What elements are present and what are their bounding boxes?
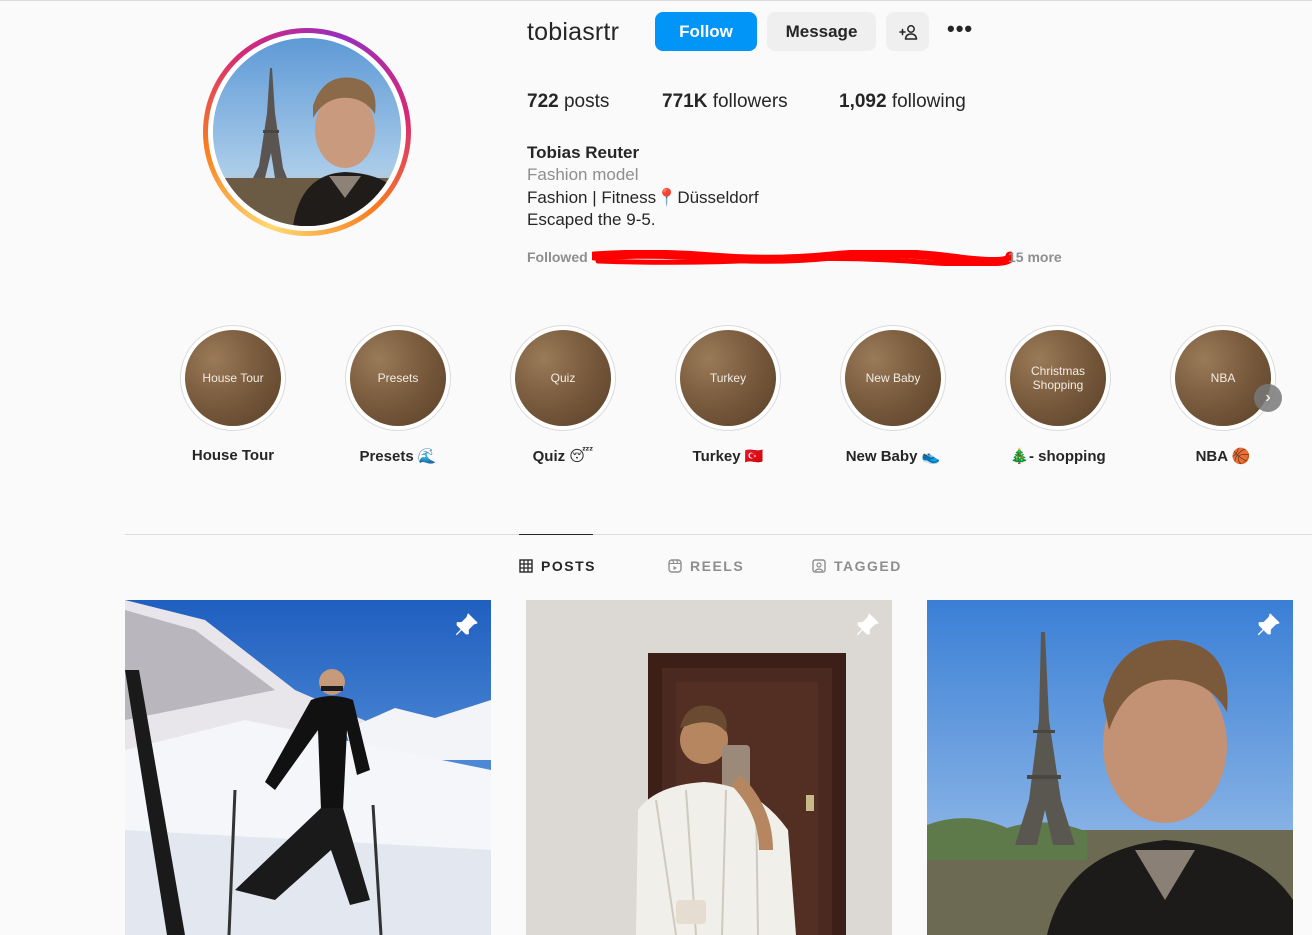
highlight-cover: Christmas Shopping xyxy=(1005,325,1111,431)
highlight-cover: Presets xyxy=(345,325,451,431)
more-options-icon[interactable]: ••• xyxy=(947,16,973,42)
tab-posts[interactable]: POSTS xyxy=(519,558,596,574)
pin-icon xyxy=(856,613,879,636)
highlights-next-button[interactable]: › xyxy=(1254,384,1282,412)
highlight-cover-text: NBA xyxy=(1175,330,1271,426)
tab-reels-label: REELS xyxy=(690,558,745,574)
highlight-label: NBA 🏀 xyxy=(1195,448,1251,465)
bio-line-1: Fashion | Fitness📍Düsseldorf xyxy=(527,188,759,208)
post-image-mirror-selfie xyxy=(526,600,892,935)
post-image-eiffel-selfie xyxy=(927,600,1293,935)
pin-icon xyxy=(1257,613,1280,636)
profile-category: Fashion model xyxy=(527,165,639,184)
followers-count-label: followers xyxy=(712,91,788,112)
bio-line-1-text: Fashion | Fitness xyxy=(527,188,657,207)
highlight-label: House Tour xyxy=(191,447,275,464)
highlight-cover-text: Turkey xyxy=(680,330,776,426)
profile-full-name: Tobias Reuter xyxy=(527,143,640,162)
follow-button[interactable]: Follow xyxy=(655,12,757,51)
following-count[interactable]: 1,092 following xyxy=(839,91,966,113)
add-user-icon xyxy=(898,24,917,40)
tab-tagged-label: TAGGED xyxy=(834,558,902,574)
highlight-label: 🎄- shopping xyxy=(1010,448,1106,465)
highlight-label: New Baby 👟 xyxy=(845,448,941,465)
highlight-presets[interactable]: Presets Presets 🌊 xyxy=(338,325,458,465)
posts-count-value: 722 xyxy=(527,91,559,112)
highlight-cover: Quiz xyxy=(510,325,616,431)
tab-posts-label: POSTS xyxy=(541,558,596,574)
following-count-label: following xyxy=(891,91,966,112)
suggest-users-button[interactable] xyxy=(886,12,929,51)
followers-count-value: 771K xyxy=(662,91,708,112)
top-border xyxy=(0,0,1312,1)
redaction-scribble xyxy=(592,250,1012,266)
highlight-cover-text: Presets xyxy=(350,330,446,426)
followers-count[interactable]: 771K followers xyxy=(662,91,788,113)
bio-line-2: Escaped the 9-5. xyxy=(527,210,656,229)
highlight-house-tour[interactable]: House Tour House Tour xyxy=(173,325,293,464)
highlight-cover: Turkey xyxy=(675,325,781,431)
highlight-cover: House Tour xyxy=(180,325,286,431)
bio-line-1-city: Düsseldorf xyxy=(677,188,759,207)
post-thumbnail-mirror-selfie[interactable] xyxy=(526,600,892,935)
post-image-ski xyxy=(125,600,491,935)
profile-username: tobiasrtr xyxy=(527,18,620,46)
profile-avatar-ring[interactable] xyxy=(203,28,411,236)
pin-icon xyxy=(455,613,478,636)
message-button[interactable]: Message xyxy=(767,12,876,51)
highlight-cover: NBA xyxy=(1170,325,1276,431)
avatar-frame xyxy=(208,33,406,231)
highlight-label: Presets 🌊 xyxy=(359,448,437,465)
highlight-cover-text: Quiz xyxy=(515,330,611,426)
highlight-label: Turkey 🇹🇷 xyxy=(692,448,764,465)
tab-tagged[interactable]: TAGGED xyxy=(812,558,902,574)
tagged-icon xyxy=(812,559,826,573)
highlight-christmas-shopping[interactable]: Christmas Shopping 🎄- shopping xyxy=(998,325,1118,465)
location-pin-emoji: 📍 xyxy=(656,188,678,207)
highlight-cover: New Baby xyxy=(840,325,946,431)
tab-reels[interactable]: REELS xyxy=(668,558,744,574)
followed-by-text[interactable]: Followed xyxy=(527,249,588,265)
highlight-cover-text: House Tour xyxy=(185,330,281,426)
highlight-label: Quiz 😴 xyxy=(532,448,594,465)
highlight-cover-text: Christmas Shopping xyxy=(1010,330,1106,426)
highlight-new-baby[interactable]: New Baby New Baby 👟 xyxy=(833,325,953,465)
tabs-divider xyxy=(125,534,1312,535)
reels-icon xyxy=(668,559,682,573)
grid-icon xyxy=(519,559,533,573)
post-thumbnail-ski[interactable] xyxy=(125,600,491,935)
posts-count-label: posts xyxy=(563,91,610,112)
highlight-quiz[interactable]: Quiz Quiz 😴 xyxy=(503,325,623,465)
avatar-photo xyxy=(213,38,401,226)
post-thumbnail-eiffel-selfie[interactable] xyxy=(927,600,1293,935)
active-tab-indicator xyxy=(519,534,593,535)
followed-by-more-link[interactable]: 15 more xyxy=(1008,249,1062,265)
highlight-cover-text: New Baby xyxy=(845,330,941,426)
profile-avatar xyxy=(213,38,401,226)
following-count-value: 1,092 xyxy=(839,91,887,112)
posts-count: 722 posts xyxy=(527,91,609,113)
highlight-turkey[interactable]: Turkey Turkey 🇹🇷 xyxy=(668,325,788,465)
